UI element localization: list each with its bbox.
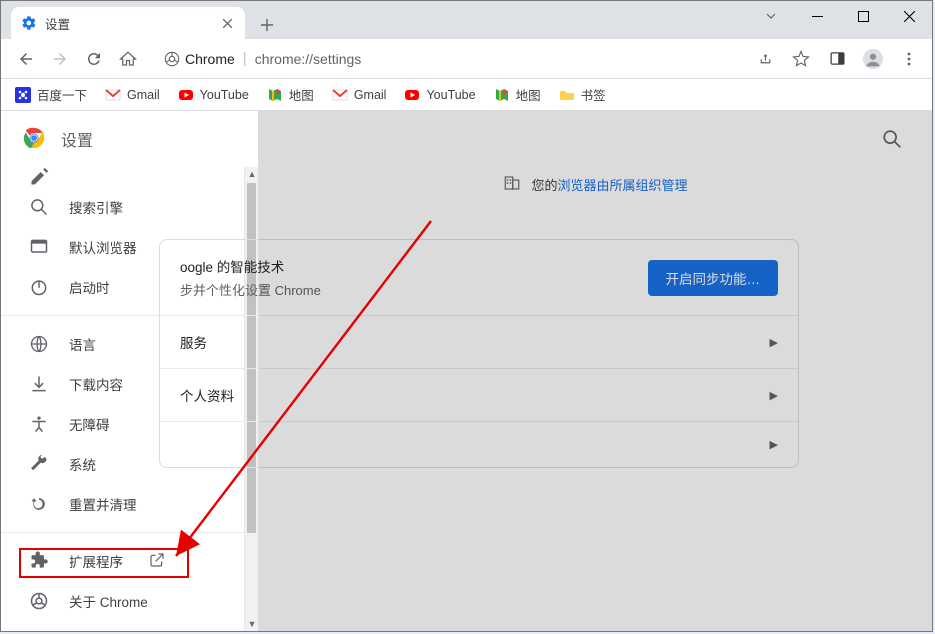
power-icon: [29, 277, 49, 297]
profile-row[interactable]: 个人资料 ▶: [160, 369, 798, 422]
minimize-button[interactable]: [794, 1, 840, 31]
sidebar-item-label: 关于 Chrome: [69, 591, 148, 611]
back-button[interactable]: [9, 42, 43, 76]
bookmark-item[interactable]: 百度一下: [7, 81, 95, 108]
turn-on-sync-button[interactable]: 开启同步功能…: [648, 260, 779, 296]
close-button[interactable]: [886, 1, 932, 31]
sync-card: oogle 的智能技术 步并个性化设置 Chrome 开启同步功能… 服务 ▶ …: [159, 239, 799, 468]
new-tab-button[interactable]: [253, 11, 281, 39]
menu-icon[interactable]: [894, 44, 924, 74]
download-icon: [29, 374, 49, 394]
bookmarks-bar: 百度一下 Gmail YouTube 地图 Gmail YouTube 地图: [1, 79, 932, 111]
share-icon[interactable]: [750, 44, 780, 74]
sidebar-item-reset[interactable]: 重置并清理: [1, 484, 258, 524]
omnibox-label: Chrome: [185, 51, 235, 67]
bookmark-item[interactable]: 地图: [259, 81, 322, 108]
side-panel-icon[interactable]: [822, 44, 852, 74]
toolbar: Chrome | chrome://settings: [1, 39, 932, 79]
blank-row[interactable]: ▶: [160, 422, 798, 467]
sidebar-title: 设置: [61, 127, 93, 151]
sidebar-item-label: 搜索引擎: [69, 197, 123, 217]
gear-icon: [21, 15, 37, 31]
sync-title: oogle 的智能技术: [180, 256, 321, 276]
extension-icon: [29, 551, 49, 571]
chevron-right-icon: ▶: [770, 389, 778, 402]
managed-notice: 您的浏览器由所属组织管理: [259, 169, 932, 199]
accessibility-icon: [29, 414, 49, 434]
restore-icon: [29, 494, 49, 514]
youtube-icon: [178, 87, 194, 103]
reload-button[interactable]: [77, 42, 111, 76]
address-bar[interactable]: Chrome | chrome://settings: [153, 44, 734, 74]
gmail-icon: [332, 87, 348, 103]
building-icon: [503, 174, 521, 195]
scroll-down-icon[interactable]: ▼: [245, 617, 258, 631]
sync-subtitle: 步并个性化设置 Chrome: [180, 280, 321, 299]
tab-close-icon[interactable]: [219, 15, 235, 31]
sidebar-item-search-engine[interactable]: 搜索引擎: [1, 187, 258, 227]
chevron-right-icon: ▶: [770, 336, 778, 349]
sidebar-item-label: 默认浏览器: [69, 237, 137, 257]
folder-icon: [559, 87, 575, 103]
globe-icon: [29, 334, 49, 354]
bookmark-item[interactable]: YouTube: [396, 83, 483, 107]
sidebar-item-label: 扩展程序: [69, 551, 123, 571]
sidebar-item-label: 语言: [69, 334, 96, 354]
bookmark-item[interactable]: Gmail: [97, 83, 168, 107]
settings-main: 您的浏览器由所属组织管理 oogle 的智能技术 步并个性化设置 Chrome …: [259, 111, 932, 631]
wrench-icon: [29, 454, 49, 474]
omnibox-url: chrome://settings: [255, 51, 362, 67]
forward-button[interactable]: [43, 42, 77, 76]
gmail-icon: [105, 87, 121, 103]
search-settings-button[interactable]: [874, 121, 910, 157]
chrome-icon: [29, 591, 49, 611]
tab-title: 设置: [45, 14, 219, 33]
bookmark-star-icon[interactable]: [786, 44, 816, 74]
maps-icon: [494, 87, 510, 103]
search-icon: [29, 197, 49, 217]
sidebar-item-label: 下载内容: [69, 374, 123, 394]
maximize-button[interactable]: [840, 1, 886, 31]
sidebar-item-label: 无障碍: [69, 414, 110, 434]
managed-link[interactable]: 浏览器由所属组织管理: [558, 178, 688, 193]
chevron-down-icon[interactable]: [748, 1, 794, 31]
bookmark-item[interactable]: Gmail: [324, 83, 395, 107]
sidebar-item-appearance[interactable]: [1, 167, 258, 187]
maps-icon: [267, 87, 283, 103]
open-external-icon: [149, 552, 167, 570]
chevron-right-icon: ▶: [770, 438, 778, 451]
palette-icon: [29, 167, 49, 187]
window-controls: [748, 1, 932, 31]
sidebar-item-about-chrome[interactable]: 关于 Chrome: [1, 581, 258, 621]
browser-icon: [29, 237, 49, 257]
sync-services-row[interactable]: 服务 ▶: [160, 316, 798, 369]
profile-avatar-icon[interactable]: [858, 44, 888, 74]
tab-settings[interactable]: 设置: [11, 7, 245, 39]
home-button[interactable]: [111, 42, 145, 76]
sidebar-item-label: 启动时: [69, 277, 110, 297]
bookmark-item[interactable]: YouTube: [170, 83, 257, 107]
sidebar-item-label: 系统: [69, 454, 96, 474]
sidebar-item-label: 重置并清理: [69, 494, 137, 514]
scroll-up-icon[interactable]: ▲: [245, 167, 258, 181]
bookmark-item[interactable]: 书签: [551, 81, 614, 108]
youtube-icon: [404, 87, 420, 103]
paw-icon: [15, 87, 31, 103]
chrome-icon: [163, 50, 181, 68]
chrome-logo-icon: [23, 127, 45, 152]
sidebar-item-extensions[interactable]: 扩展程序: [1, 541, 258, 581]
bookmark-item[interactable]: 地图: [486, 81, 549, 108]
